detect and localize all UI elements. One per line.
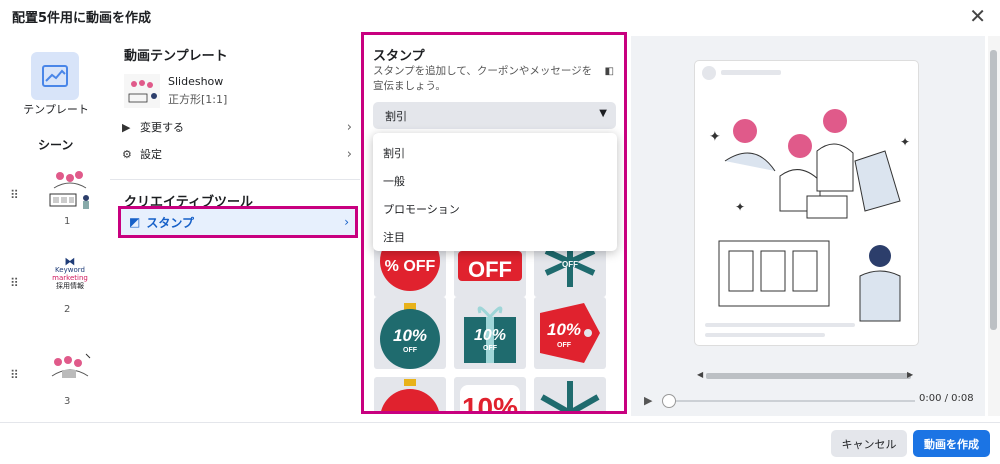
preview-post-card: ✦ ✦ ✦ — [694, 60, 919, 346]
logo-line1: Keyword — [55, 266, 85, 274]
playback-time: 0:00 / 0:08 — [919, 393, 974, 404]
template-label: テンプレート — [23, 103, 89, 116]
cancel-button[interactable]: キャンセル — [831, 430, 907, 457]
scroll-left-icon[interactable]: ◀ — [697, 370, 703, 379]
horizontal-scrollbar[interactable] — [706, 373, 911, 379]
stamp-panel: スタンプ スタンプを追加して、クーポンやメッセージを宣伝ましょう。 ◧ 割引 ▼… — [361, 32, 627, 414]
stamp-category-select[interactable]: 割引 ▼ — [373, 102, 616, 129]
scene-item[interactable]: ⠿ ⧓ Keyword marketing 採用情報 2 — [8, 256, 108, 326]
stamp-panel-title: スタンプ — [373, 49, 425, 64]
scene-item[interactable]: ⠿ 3 — [8, 348, 108, 418]
scene-thumbnail — [49, 171, 89, 209]
caret-down-icon: ▼ — [599, 108, 607, 119]
dropdown-option[interactable]: プロモーション — [373, 195, 617, 223]
svg-text:✦: ✦ — [900, 135, 910, 149]
dropdown-option[interactable]: 注目 — [373, 223, 617, 251]
scenes-heading: シーン — [38, 138, 74, 152]
gear-icon: ⚙ — [122, 147, 132, 161]
footer-divider — [0, 422, 1000, 423]
stamp-text: OFF — [562, 260, 578, 269]
stamp-tool-button[interactable]: ◩ スタンプ › — [118, 206, 358, 238]
video-preview: ✦ ✦ ✦ ◀ ▶ ▶ 0:00 / 0:08 — [631, 36, 985, 416]
stamp-tile-snowflake-off[interactable]: OFF — [534, 247, 606, 297]
stamp-text: 10% — [462, 392, 518, 414]
stamp-text: % OFF — [385, 258, 436, 275]
settings-row[interactable]: ⚙ 設定 › — [122, 142, 354, 166]
sticker-icon: ◩ — [129, 215, 141, 229]
scene-number: 2 — [64, 304, 71, 315]
template-heading: 動画テンプレート — [124, 49, 228, 64]
chevron-right-icon: › — [344, 215, 349, 229]
drag-handle-icon[interactable]: ⠿ — [10, 188, 19, 202]
panel-toggle-icon[interactable]: ◧ — [605, 66, 614, 77]
svg-text:✦: ✦ — [709, 129, 721, 145]
stamp-tile-gift-10-off[interactable]: 10% OFF — [454, 297, 526, 369]
stamp-text: 10% — [393, 326, 427, 345]
divider — [110, 179, 360, 180]
chevron-right-icon: › — [346, 119, 352, 135]
preview-illustration: ✦ ✦ ✦ — [702, 66, 910, 337]
stamp-tile-ornament-10-off[interactable]: 10% OFF — [374, 297, 446, 369]
stamp-subtext: OFF — [557, 342, 572, 349]
stamp-label: スタンプ — [146, 215, 194, 230]
category-selected: 割引 — [385, 109, 407, 123]
logo-thumbnail: ⧓ Keyword marketing 採用情報 — [46, 256, 94, 302]
stamp-tile-10-percent[interactable]: 10% — [454, 377, 526, 414]
template-button[interactable] — [31, 52, 79, 100]
dropdown-option[interactable]: 割引 — [373, 139, 617, 167]
stamp-tile-30-off[interactable]: % OFF — [374, 247, 446, 297]
play-icon[interactable]: ▶ — [644, 394, 652, 407]
close-icon[interactable]: ✕ — [969, 4, 986, 28]
template-thumbnail — [124, 74, 160, 108]
stamp-text: 10% — [547, 320, 581, 339]
change-label: 変更する — [140, 121, 184, 134]
drag-handle-icon[interactable]: ⠿ — [10, 368, 19, 382]
play-box-icon: ▶ — [122, 120, 131, 134]
seek-handle[interactable] — [662, 394, 676, 408]
scene-item[interactable]: ⠿ 1 — [8, 168, 108, 238]
stamp-tile-off[interactable]: OFF — [454, 247, 526, 297]
scene-number: 1 — [64, 216, 71, 227]
vertical-scrollbar[interactable] — [988, 36, 1000, 416]
logo-line2: marketing — [52, 274, 88, 282]
stamp-tile-ornament-red[interactable] — [374, 377, 446, 411]
category-dropdown-menu: 割引 一般 プロモーション 注目 — [373, 133, 617, 251]
change-template-button[interactable]: ▶ 変更する › — [122, 115, 354, 139]
template-name: Slideshow — [168, 75, 224, 88]
stamp-text: OFF — [468, 257, 512, 282]
template-icon — [42, 65, 68, 87]
stamp-text: 10% — [474, 327, 506, 344]
create-video-dialog: 配置5件用に動画を作成 ✕ テンプレート シーン ⠿ 1 ⠿ ⧓ Keyword… — [0, 0, 1000, 464]
svg-text:✦: ✦ — [735, 200, 745, 214]
stamp-tile-snowflake[interactable] — [534, 377, 606, 411]
stamp-tile-tag-10-off[interactable]: 10% OFF — [534, 297, 606, 369]
scene-number: 3 — [64, 396, 71, 407]
scrollbar-thumb[interactable] — [990, 50, 997, 330]
settings-label: 設定 — [140, 148, 162, 161]
template-ratio: 正方形[1:1] — [168, 93, 228, 106]
playback-controls: ▶ 0:00 / 0:08 — [631, 384, 985, 414]
logo-line3: 採用情報 — [56, 282, 84, 290]
scene-thumbnail — [51, 353, 91, 378]
dialog-title: 配置5件用に動画を作成 — [12, 11, 152, 26]
stamp-subtext: OFF — [483, 345, 498, 352]
chevron-right-icon: › — [346, 146, 352, 162]
dropdown-option[interactable]: 一般 — [373, 167, 617, 195]
create-video-button[interactable]: 動画を作成 — [913, 430, 990, 457]
seek-track[interactable] — [667, 400, 915, 402]
stamp-description: スタンプを追加して、クーポンやメッセージを宣伝ましょう。 — [373, 65, 593, 92]
stamp-subtext: OFF — [403, 347, 418, 354]
scene-panel: テンプレート シーン ⠿ 1 ⠿ ⧓ Keyword marketing 採用情… — [0, 36, 110, 422]
scroll-right-icon[interactable]: ▶ — [907, 370, 913, 379]
drag-handle-icon[interactable]: ⠿ — [10, 276, 19, 290]
